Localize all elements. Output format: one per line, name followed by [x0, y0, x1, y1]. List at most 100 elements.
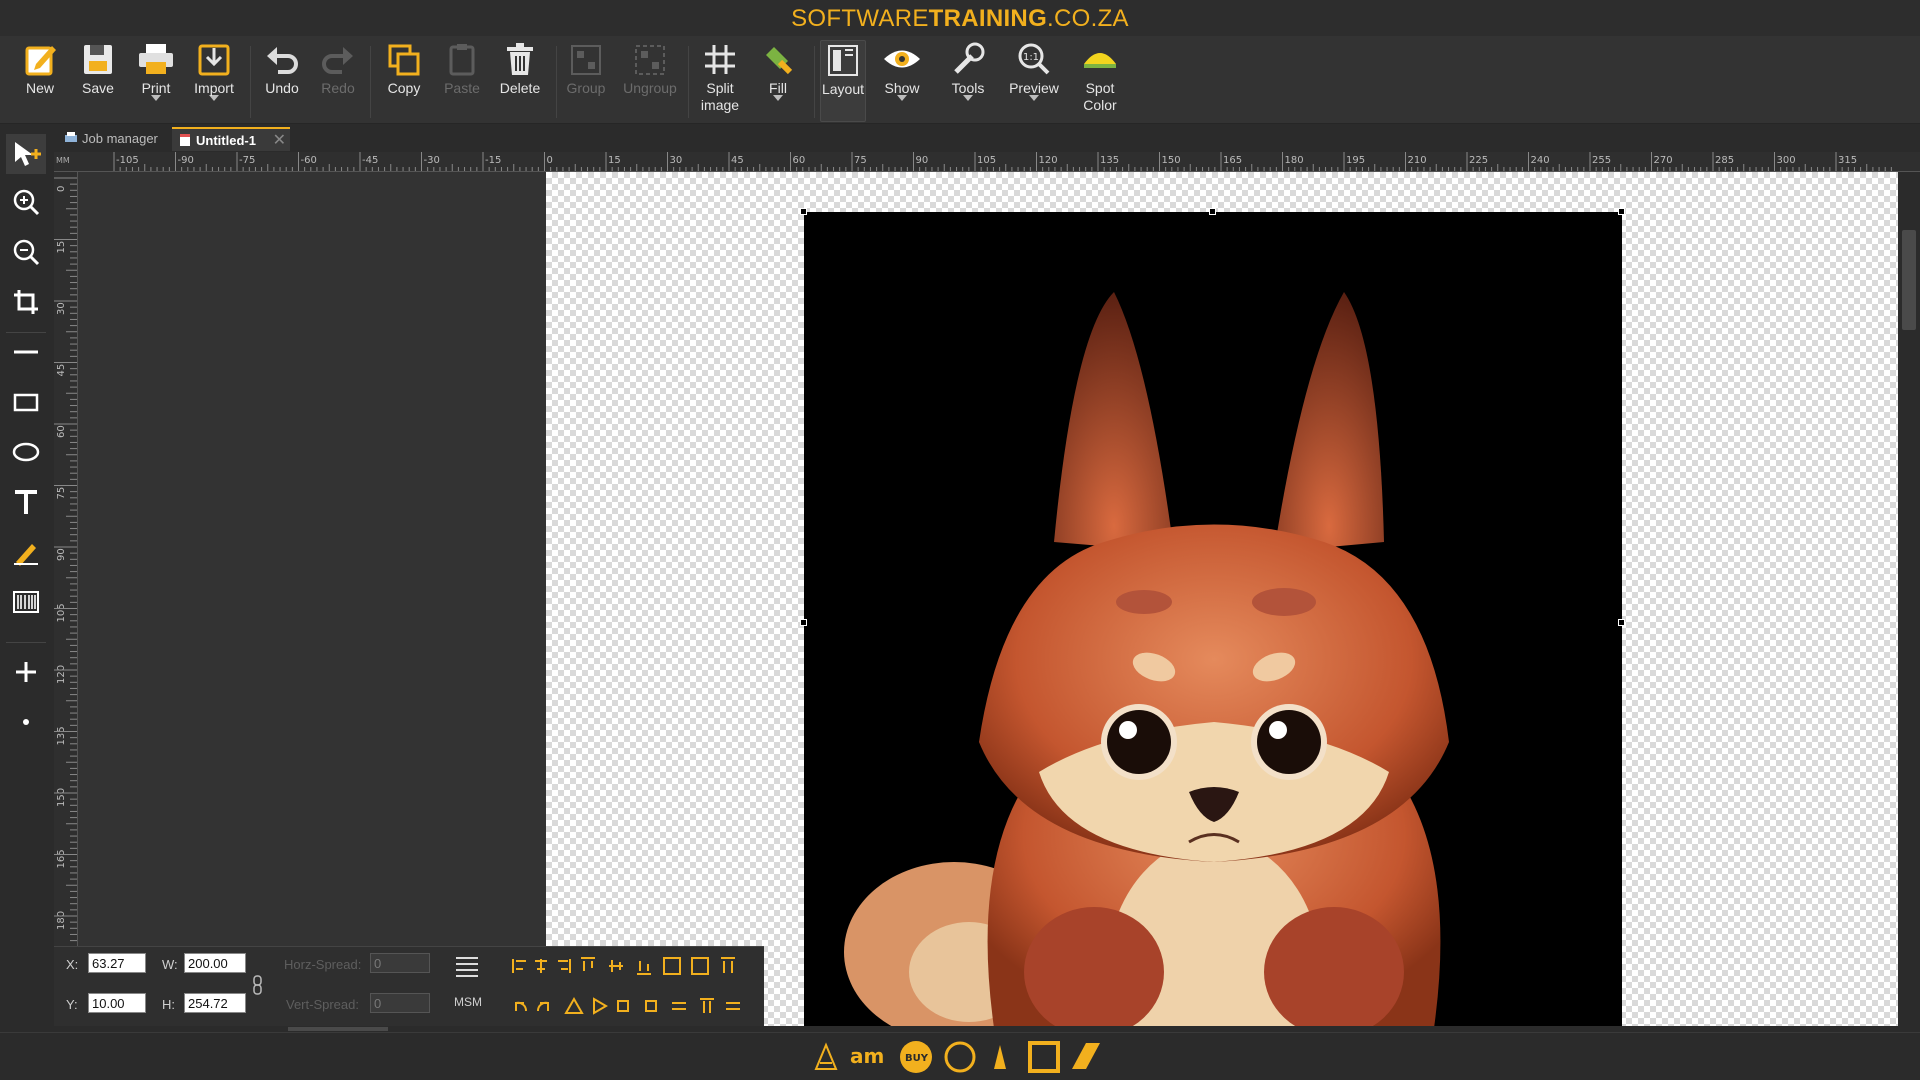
pointer-icon: [15, 142, 41, 166]
ruler-tick-label: 15: [56, 241, 67, 254]
vertical-scroll-thumb[interactable]: [1902, 230, 1916, 330]
svg-text:1:1: 1:1: [1023, 52, 1039, 63]
ruler-tick-label: 285: [1715, 155, 1734, 166]
ruler-tick-label: 15: [608, 155, 621, 166]
group-button[interactable]: Group: [556, 40, 616, 122]
vertical-scrollbar[interactable]: [1898, 172, 1920, 1028]
resize-handle-top[interactable]: [1209, 208, 1216, 215]
ungroup-button[interactable]: Ungroup: [620, 40, 680, 122]
barcode-icon: [13, 591, 39, 613]
tab-untitled-1[interactable]: Untitled-1 ✕: [172, 127, 290, 151]
text-icon: [15, 490, 37, 514]
redo-button[interactable]: Redo: [308, 40, 368, 122]
tab-job-manager[interactable]: Job manager: [58, 127, 168, 151]
align-list-icon[interactable]: [454, 955, 480, 977]
y-label: Y:: [66, 997, 78, 1012]
rectangle-icon: [13, 393, 39, 412]
vert-spread-input[interactable]: 0: [370, 993, 430, 1013]
ruler-tick-label: 75: [56, 487, 67, 500]
undo-button[interactable]: Undo: [252, 40, 312, 122]
save-icon: [84, 45, 112, 74]
print-icon: [139, 44, 173, 74]
resize-handle-right[interactable]: [1618, 619, 1625, 626]
paste-button[interactable]: Paste: [432, 40, 492, 122]
copy-button[interactable]: Copy: [374, 40, 434, 122]
y-input[interactable]: 10.00: [88, 993, 146, 1013]
spot-color-button[interactable]: Spot Color: [1070, 40, 1130, 122]
text-tool[interactable]: [6, 482, 46, 522]
new-button[interactable]: New: [10, 40, 70, 122]
select-tool[interactable]: [6, 134, 46, 174]
add-tool[interactable]: [6, 652, 46, 692]
zoom-out-icon: [13, 239, 40, 266]
x-input[interactable]: 63.27: [88, 953, 146, 973]
print-button[interactable]: Print: [126, 40, 186, 122]
partner-logos: am BUY: [814, 1041, 1100, 1073]
ruler-tick-label: 120: [1039, 155, 1058, 166]
zoom-out-tool[interactable]: [6, 232, 46, 272]
ruler-tick-label: 315: [1838, 155, 1857, 166]
vert-spread-label: Vert-Spread:: [286, 997, 359, 1012]
horizontal-scroll-thumb[interactable]: [288, 1027, 388, 1031]
title-bar: SOFTWARETRAINING.CO.ZA: [0, 0, 1920, 36]
crop-tool[interactable]: [6, 282, 46, 322]
ellipse-tool[interactable]: [6, 432, 46, 472]
ruler-tick-label: 150: [1162, 155, 1181, 166]
ruler-tick-label: 45: [56, 364, 67, 377]
horz-spread-input[interactable]: 0: [370, 953, 430, 973]
tools-button[interactable]: Tools: [938, 40, 998, 122]
ruler-tick-label: 120: [56, 665, 67, 684]
ruler-tick-label: 255: [1592, 155, 1611, 166]
placed-image-fox[interactable]: [804, 212, 1622, 1028]
point-tool[interactable]: [6, 702, 46, 742]
save-button[interactable]: Save: [68, 40, 128, 122]
ruler-tick-label: -75: [239, 155, 255, 166]
ruler-tick-label: 90: [56, 548, 67, 561]
split-image-button[interactable]: Split image: [690, 40, 750, 122]
x-label: X:: [66, 957, 79, 972]
eye-icon: [884, 50, 920, 68]
printer-icon: [65, 132, 77, 142]
ruler-tick-label: 105: [56, 603, 67, 622]
ruler-tick-label: -30: [424, 155, 440, 166]
line-tool[interactable]: [6, 332, 46, 372]
rectangle-tool[interactable]: [6, 382, 46, 422]
horizontal-ruler-scale: MM -105 -90 -75 -60 -45 -30 -15 0 15 30 45 60 75 90 105…: [56, 152, 1892, 171]
properties-panel: X: 63.27 Y: 10.00 W: 200.00 H: 254.72 Ho…: [54, 946, 764, 1026]
resize-handle-top-right[interactable]: [1618, 208, 1625, 215]
spot-color-icon: [1084, 53, 1116, 68]
document-icon: [180, 134, 190, 146]
preview-button[interactable]: 1:1 Preview: [1004, 40, 1064, 122]
ruler-tick-label: 165: [56, 849, 67, 868]
link-ratio-icon[interactable]: [252, 975, 264, 995]
width-input[interactable]: 200.00: [184, 953, 246, 973]
ruler-tick-label: 135: [56, 726, 67, 745]
import-button[interactable]: Import: [184, 40, 244, 122]
align-buttons-row: [512, 957, 735, 975]
pencil-icon: [14, 544, 38, 566]
height-input[interactable]: 254.72: [184, 993, 246, 1013]
canvas-workspace[interactable]: [78, 172, 1898, 1028]
zoom-in-tool[interactable]: [6, 182, 46, 222]
ruler-tick-label: 195: [1346, 155, 1365, 166]
app-title: SOFTWARETRAINING.CO.ZA: [791, 5, 1129, 32]
resize-handle-left[interactable]: [800, 619, 807, 626]
pencil-tool[interactable]: [6, 532, 46, 572]
resize-handle-top-left[interactable]: [800, 208, 807, 215]
ellipse-icon: [12, 442, 40, 462]
close-tab-icon[interactable]: ✕: [273, 129, 286, 153]
ruler-tick-label: 180: [1285, 155, 1304, 166]
ruler-tick-label: 0: [56, 186, 67, 192]
fill-button[interactable]: Fill: [748, 40, 808, 122]
layout-button[interactable]: Layout: [820, 40, 866, 122]
ruler-tick-label: 210: [1408, 155, 1427, 166]
ruler-tick-label: -90: [178, 155, 194, 166]
ruler-tick-label: 0: [547, 155, 553, 166]
ruler-tick-label: 105: [977, 155, 996, 166]
ruler-tick-label: 135: [1100, 155, 1119, 166]
ruler-tick-label: 270: [1654, 155, 1673, 166]
show-button[interactable]: Show: [872, 40, 932, 122]
delete-button[interactable]: Delete: [490, 40, 550, 122]
crop-icon: [14, 290, 38, 314]
barcode-tool[interactable]: [6, 582, 46, 622]
